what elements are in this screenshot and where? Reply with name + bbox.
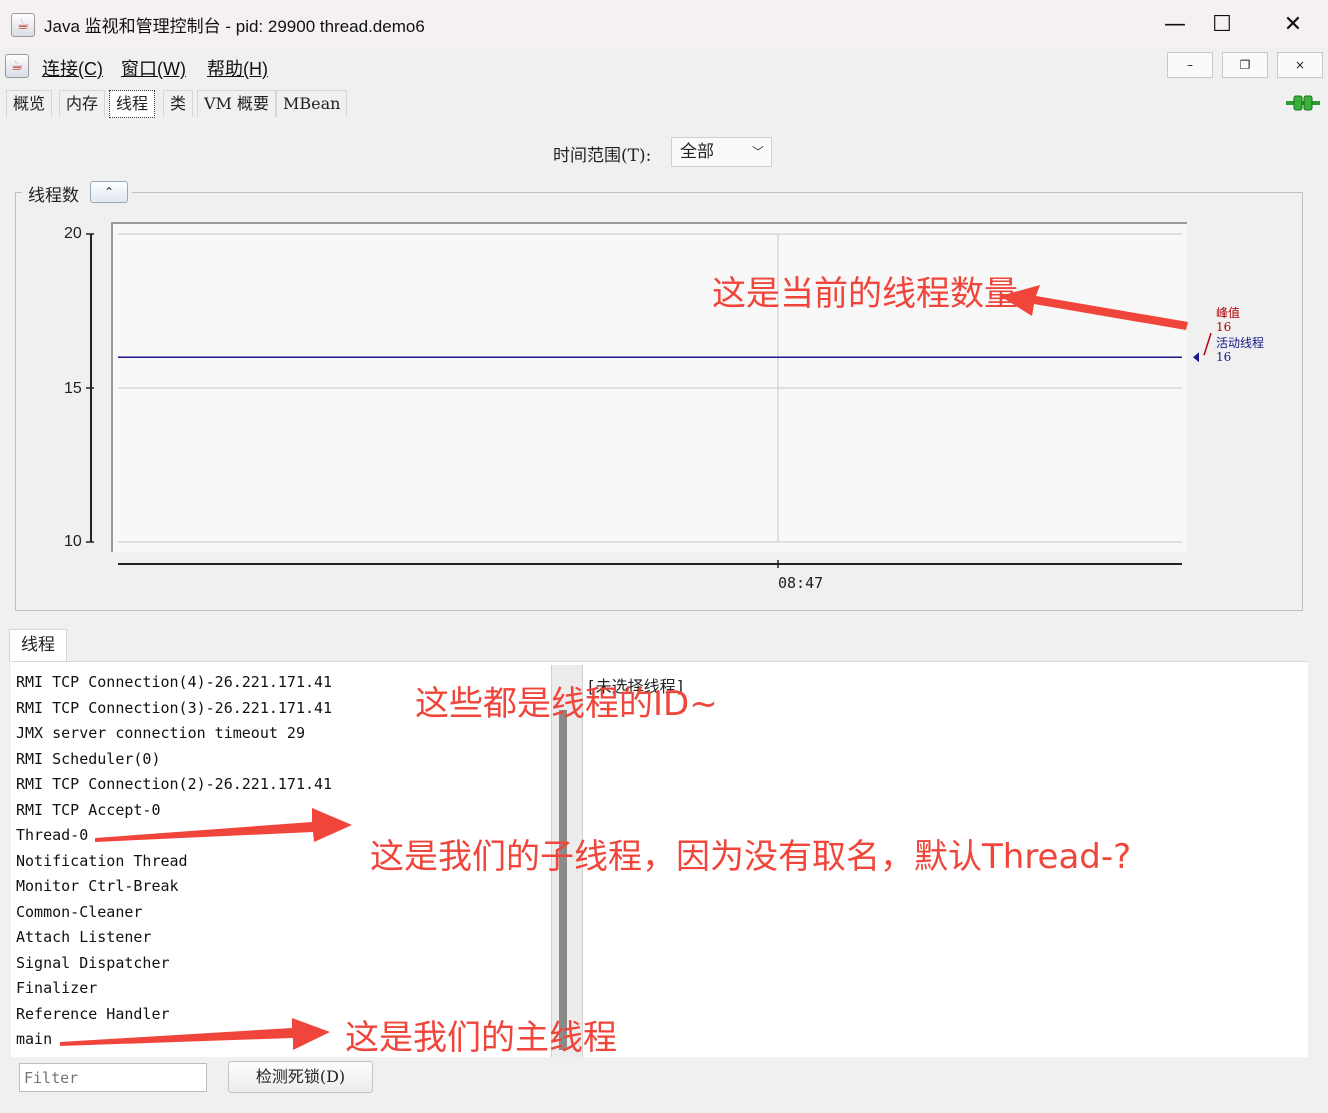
annotation-child-thread: 这是我们的子线程，因为没有取名，默认Thread-?	[370, 837, 1132, 877]
annotation-main-thread: 这是我们的主线程	[345, 1018, 617, 1058]
arrow-thread-count	[1000, 285, 1188, 330]
arrow-main-thread	[60, 1018, 330, 1050]
annotation-arrows	[60, 285, 1188, 1050]
annotation-thread-count: 这是当前的线程数量	[712, 274, 1018, 314]
arrow-child-thread	[95, 808, 352, 842]
annotation-thread-ids: 这些都是线程的ID~	[415, 684, 718, 724]
